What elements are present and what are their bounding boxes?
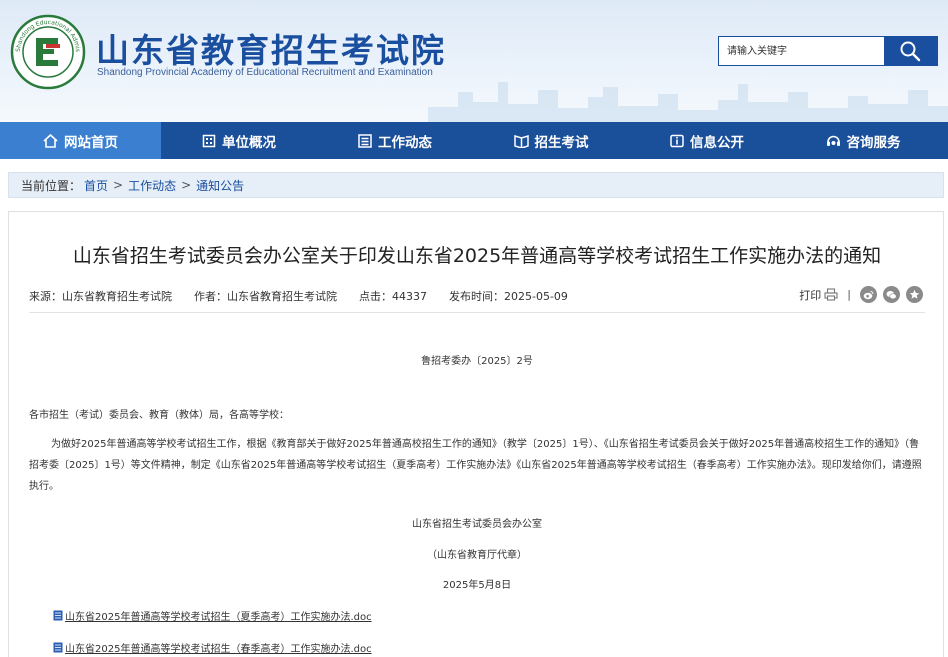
info-icon xyxy=(670,134,684,147)
document-number: 鲁招考委办〔2025〕2号 xyxy=(421,356,533,367)
article-panel: 山东省招生考试委员会办公室关于印发山东省2025年普通高等学校考试招生工作实施办… xyxy=(8,211,944,657)
nav-item-label: 网站首页 xyxy=(64,134,118,151)
nav-item-news[interactable]: 工作动态 xyxy=(317,122,473,159)
breadcrumb-link-home[interactable]: 首页 xyxy=(84,177,108,194)
search-input[interactable] xyxy=(719,37,884,65)
nav-item-label: 信息公开 xyxy=(690,134,744,151)
doc-file-icon xyxy=(53,610,63,621)
nav-item-consult[interactable]: 咨询服务 xyxy=(785,122,941,159)
signature-office: 山东省招生考试委员会办公室 xyxy=(412,519,542,530)
home-icon xyxy=(43,133,58,148)
signature-note: （山东省教育厅代章） xyxy=(427,550,527,561)
nav-item-label: 单位概况 xyxy=(222,134,276,151)
nav-item-home[interactable]: 网站首页 xyxy=(0,122,161,159)
search-box xyxy=(718,36,938,66)
breadcrumb-separator: > xyxy=(181,178,192,192)
attachment-link[interactable]: 山东省2025年普通高等学校考试招生（春季高考）工作实施办法.doc xyxy=(53,640,372,655)
signature-date: 2025年5月8日 xyxy=(442,580,512,591)
site-title: 山东省教育招生考试院 xyxy=(96,31,446,70)
skyline-decoration xyxy=(428,82,948,122)
breadcrumb: 当前位置： 首页 > 工作动态 > 通知公告 xyxy=(8,172,944,198)
search-button[interactable] xyxy=(883,37,937,65)
favorite-star-icon[interactable] xyxy=(906,286,923,303)
meta-clicks: 点击：44337 xyxy=(359,290,427,303)
wechat-share-icon[interactable] xyxy=(883,286,900,303)
salutation: 各市招生（考试）委员会、教育（教体）局，各高等学校： xyxy=(29,410,289,421)
nav-item-overview[interactable]: 单位概况 xyxy=(161,122,317,159)
article-meta: 来源：山东省教育招生考试院 作者：山东省教育招生考试院 点击：44337 发布时… xyxy=(29,288,568,304)
article-tools: 打印 | xyxy=(799,286,923,303)
academy-logo[interactable]: Shandong Educational Admission & Examina… xyxy=(10,14,86,90)
article-paragraph: 为做好2025年普通高等学校考试招生工作，根据《教育部关于做好2025年普通高校… xyxy=(29,439,922,492)
nav-item-label: 咨询服务 xyxy=(846,134,901,151)
nav-item-label: 招生考试 xyxy=(534,134,589,151)
nav-item-exams[interactable]: 招生考试 xyxy=(473,122,629,159)
print-label: 打印 xyxy=(799,288,822,302)
breadcrumb-separator: > xyxy=(113,178,124,192)
site-subtitle: Shandong Provincial Academy of Education… xyxy=(97,67,433,78)
site-header: Shandong Educational Admission & Examina… xyxy=(0,0,948,122)
print-button[interactable]: 打印 xyxy=(799,287,838,303)
nav-item-label: 工作动态 xyxy=(378,134,432,151)
list-icon xyxy=(358,133,372,148)
tools-divider: | xyxy=(847,288,851,301)
service-icon xyxy=(826,135,840,146)
meta-date: 发布时间：2025-05-09 xyxy=(449,290,568,303)
printer-icon xyxy=(824,288,838,301)
search-icon xyxy=(900,41,921,62)
main-nav: 网站首页 单位概况 工作动态 招生考试 信息公开 咨询服务 xyxy=(0,122,948,159)
breadcrumb-link-news[interactable]: 工作动态 xyxy=(128,177,176,194)
nav-item-disclosure[interactable]: 信息公开 xyxy=(629,122,785,159)
article-title: 山东省招生考试委员会办公室关于印发山东省2025年普通高等学校考试招生工作实施办… xyxy=(72,245,882,267)
meta-author: 作者：山东省教育招生考试院 xyxy=(194,290,337,303)
meta-source: 来源：山东省教育招生考试院 xyxy=(29,290,172,303)
book-icon xyxy=(513,134,529,148)
breadcrumb-label: 当前位置： xyxy=(21,178,82,193)
attachment-label: 山东省2025年普通高等学校考试招生（春季高考）工作实施办法.doc xyxy=(65,644,372,655)
breadcrumb-link-notices[interactable]: 通知公告 xyxy=(196,177,244,194)
weibo-share-icon[interactable] xyxy=(860,286,877,303)
attachment-link[interactable]: 山东省2025年普通高等学校考试招生（夏季高考）工作实施办法.doc xyxy=(53,608,372,623)
meta-divider xyxy=(29,312,925,313)
building-icon xyxy=(202,134,216,147)
attachment-label: 山东省2025年普通高等学校考试招生（夏季高考）工作实施办法.doc xyxy=(65,612,372,623)
doc-file-icon xyxy=(53,642,63,653)
